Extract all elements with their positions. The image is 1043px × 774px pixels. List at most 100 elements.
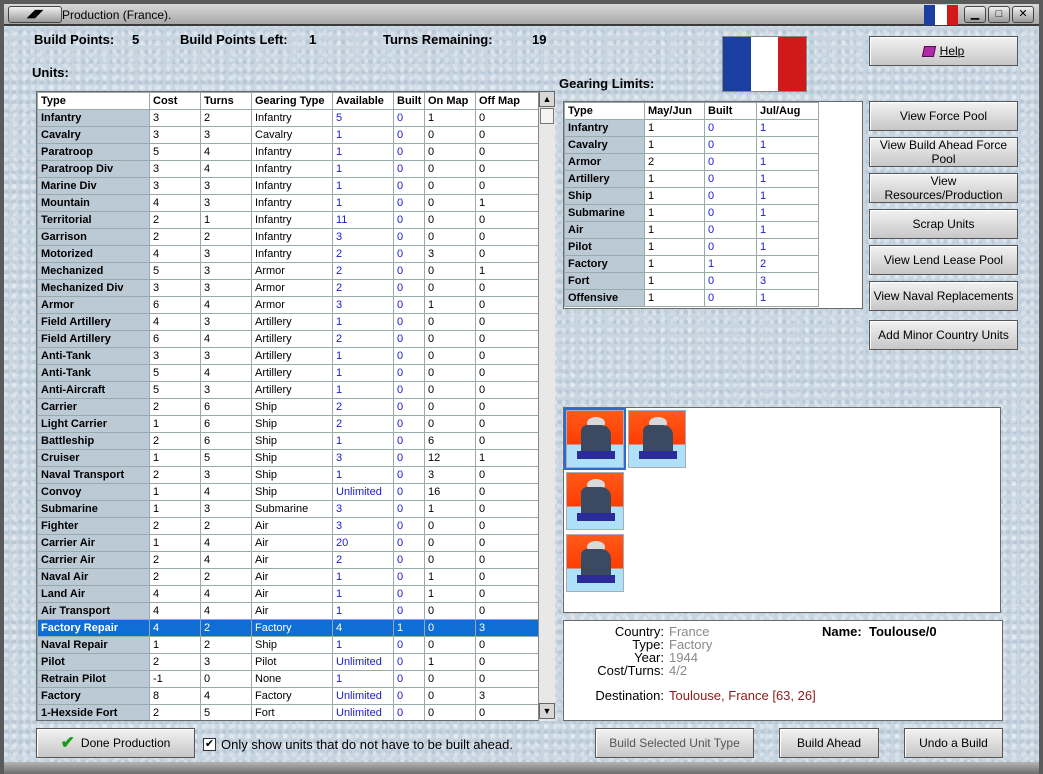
- unit-row[interactable]: Convoy 1 4 Ship Unlimited 0 16 0: [37, 483, 540, 501]
- help-button[interactable]: Help: [869, 36, 1018, 66]
- unit-row[interactable]: Light Carrier 1 6 Ship 2 0 0 0: [37, 415, 540, 433]
- unit-row[interactable]: Naval Repair 1 2 Ship 1 0 0 0: [37, 636, 540, 654]
- scrap-units-button[interactable]: Scrap Units: [869, 209, 1018, 239]
- column-header[interactable]: Available: [332, 92, 394, 110]
- unit-row[interactable]: Territorial 2 1 Infantry 11 0 0 0: [37, 211, 540, 229]
- column-header[interactable]: Gearing Type: [251, 92, 333, 110]
- unit-row[interactable]: Mechanized Div 3 3 Armor 2 0 0 0: [37, 279, 540, 297]
- column-header[interactable]: Turns: [200, 92, 252, 110]
- only-show-checkbox[interactable]: ✔: [203, 738, 216, 751]
- scroll-up-icon[interactable]: ▲: [539, 91, 555, 107]
- factory-unit-icon[interactable]: [566, 472, 624, 530]
- unit-row[interactable]: Cruiser 1 5 Ship 3 0 12 1: [37, 449, 540, 467]
- table-cell: Fighter: [37, 517, 150, 535]
- column-header[interactable]: Built: [393, 92, 425, 110]
- build-selected-unit-type-button[interactable]: Build Selected Unit Type: [595, 728, 754, 758]
- gearing-row[interactable]: Pilot 1 0 1: [564, 238, 819, 256]
- unit-row[interactable]: Infantry 3 2 Infantry 5 0 1 0: [37, 109, 540, 127]
- units-scrollbar[interactable]: ▲ ▼: [538, 91, 555, 721]
- unit-row[interactable]: Land Air 4 4 Air 1 0 1 0: [37, 585, 540, 603]
- view-build-ahead-force-pool-button[interactable]: View Build Ahead Force Pool: [869, 137, 1018, 167]
- gearing-row[interactable]: Armor 2 0 1: [564, 153, 819, 171]
- table-cell: 2: [332, 398, 394, 416]
- table-cell: 0: [704, 221, 757, 239]
- unit-row[interactable]: Retrain Pilot -1 0 None 1 0 0 0: [37, 670, 540, 688]
- unit-row[interactable]: Paratroop 5 4 Infantry 1 0 0 0: [37, 143, 540, 161]
- unit-row[interactable]: Mountain 4 3 Infantry 1 0 0 1: [37, 194, 540, 212]
- table-cell: Factory: [251, 619, 333, 637]
- unit-row[interactable]: Pilot 2 3 Pilot Unlimited 0 1 0: [37, 653, 540, 671]
- unit-row[interactable]: Anti-Tank 3 3 Artillery 1 0 0 0: [37, 347, 540, 365]
- table-cell: Infantry: [564, 119, 645, 137]
- unit-row[interactable]: Marine Div 3 3 Infantry 1 0 0 0: [37, 177, 540, 195]
- unit-row[interactable]: 1-Hexside Fort 2 5 Fort Unlimited 0 0 0: [37, 704, 540, 720]
- unit-row[interactable]: Naval Transport 2 3 Ship 1 0 3 0: [37, 466, 540, 484]
- scroll-thumb[interactable]: [540, 108, 554, 124]
- unit-row[interactable]: Field Artillery 6 4 Artillery 2 0 0 0: [37, 330, 540, 348]
- unit-row[interactable]: Carrier Air 2 4 Air 2 0 0 0: [37, 551, 540, 569]
- unit-row[interactable]: Paratroop Div 3 4 Infantry 1 0 0 0: [37, 160, 540, 178]
- unit-row[interactable]: Factory Repair 4 2 Factory 4 1 0 3: [37, 619, 540, 637]
- gearing-row[interactable]: Offensive 1 0 1: [564, 289, 819, 307]
- unit-row[interactable]: Naval Air 2 2 Air 1 0 1 0: [37, 568, 540, 586]
- build-ahead-button[interactable]: Build Ahead: [779, 728, 879, 758]
- table-cell: 1: [332, 381, 394, 399]
- unit-row[interactable]: Field Artillery 4 3 Artillery 1 0 0 0: [37, 313, 540, 331]
- close-icon[interactable]: ✕: [1012, 6, 1034, 23]
- unit-row[interactable]: Mechanized 5 3 Armor 2 0 0 1: [37, 262, 540, 280]
- column-header[interactable]: Cost: [149, 92, 201, 110]
- gearing-row[interactable]: Air 1 0 1: [564, 221, 819, 239]
- unit-row[interactable]: Garrison 2 2 Infantry 3 0 0 0: [37, 228, 540, 246]
- system-menu-button[interactable]: ◢◤: [8, 6, 62, 23]
- unit-row[interactable]: Battleship 2 6 Ship 1 0 6 0: [37, 432, 540, 450]
- unit-row[interactable]: Submarine 1 3 Submarine 3 0 1 0: [37, 500, 540, 518]
- table-cell: 0: [393, 330, 425, 348]
- view-naval-replacements-button[interactable]: View Naval Replacements: [869, 281, 1018, 311]
- gearing-row[interactable]: Fort 1 0 3: [564, 272, 819, 290]
- maximize-icon[interactable]: □: [988, 6, 1010, 23]
- gearing-row[interactable]: Infantry 1 0 1: [564, 119, 819, 137]
- gearing-row[interactable]: Factory 1 1 2: [564, 255, 819, 273]
- table-cell: 1: [149, 534, 201, 552]
- unit-row[interactable]: Motorized 4 3 Infantry 2 0 3 0: [37, 245, 540, 263]
- view-force-pool-button[interactable]: View Force Pool: [869, 101, 1018, 131]
- table-cell: 3: [149, 126, 201, 144]
- unit-row[interactable]: Armor 6 4 Armor 3 0 1 0: [37, 296, 540, 314]
- unit-row[interactable]: Factory 8 4 Factory Unlimited 0 0 3: [37, 687, 540, 705]
- column-header[interactable]: May/Jun: [644, 102, 705, 120]
- table-cell: 0: [424, 517, 476, 535]
- unit-row[interactable]: Anti-Tank 5 4 Artillery 1 0 0 0: [37, 364, 540, 382]
- column-header[interactable]: Off Map: [475, 92, 540, 110]
- unit-row[interactable]: Carrier 2 6 Ship 2 0 0 0: [37, 398, 540, 416]
- view-resources-production-button[interactable]: View Resources/Production: [869, 173, 1018, 203]
- unit-row[interactable]: Anti-Aircraft 5 3 Artillery 1 0 0 0: [37, 381, 540, 399]
- gearing-row[interactable]: Cavalry 1 0 1: [564, 136, 819, 154]
- table-cell: 1: [644, 255, 705, 273]
- table-cell: 0: [475, 568, 540, 586]
- table-cell: Armor: [251, 262, 333, 280]
- view-lend-lease-pool-button[interactable]: View Lend Lease Pool: [869, 245, 1018, 275]
- unit-row[interactable]: Cavalry 3 3 Cavalry 1 0 0 0: [37, 126, 540, 144]
- table-cell: Mechanized: [37, 262, 150, 280]
- table-cell: 5: [149, 381, 201, 399]
- column-header[interactable]: On Map: [424, 92, 476, 110]
- gearing-row[interactable]: Artillery 1 0 1: [564, 170, 819, 188]
- column-header[interactable]: Jul/Aug: [756, 102, 819, 120]
- factory-unit-icon[interactable]: [566, 534, 624, 592]
- minimize-icon[interactable]: ▁: [964, 6, 986, 23]
- scroll-down-icon[interactable]: ▼: [539, 703, 555, 719]
- unit-row[interactable]: Fighter 2 2 Air 3 0 0 0: [37, 517, 540, 535]
- done-production-button[interactable]: ✔ Done Production: [36, 728, 195, 758]
- unit-row[interactable]: Air Transport 4 4 Air 1 0 0 0: [37, 602, 540, 620]
- gearing-row[interactable]: Ship 1 0 1: [564, 187, 819, 205]
- unit-row[interactable]: Carrier Air 1 4 Air 20 0 0 0: [37, 534, 540, 552]
- column-header[interactable]: Built: [704, 102, 757, 120]
- column-header[interactable]: Type: [37, 92, 150, 110]
- gearing-row[interactable]: Submarine 1 0 1: [564, 204, 819, 222]
- add-minor-country-units-button[interactable]: Add Minor Country Units: [869, 320, 1018, 350]
- factory-unit-icon[interactable]: [564, 408, 626, 470]
- table-cell: 1: [756, 289, 819, 307]
- undo-a-build-button[interactable]: Undo a Build: [904, 728, 1003, 758]
- column-header[interactable]: Type: [564, 102, 645, 120]
- factory-unit-icon[interactable]: [628, 410, 686, 468]
